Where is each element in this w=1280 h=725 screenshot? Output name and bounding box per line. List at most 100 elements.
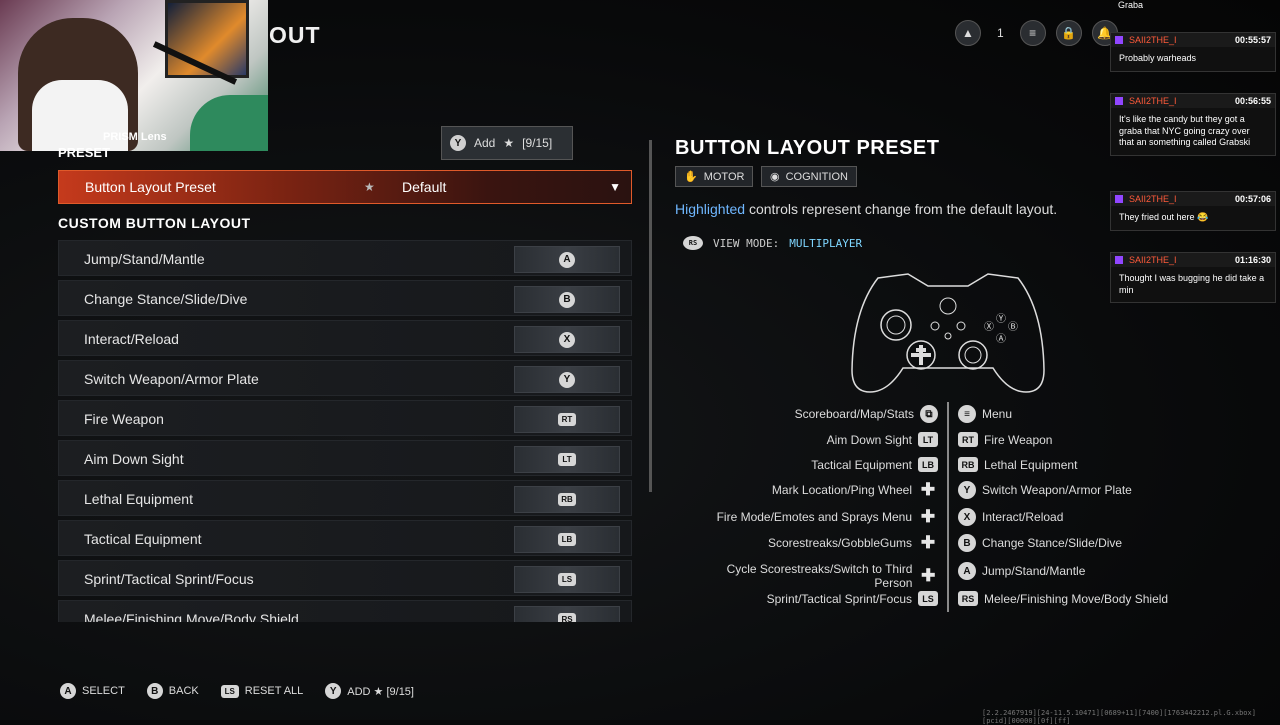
binding-row[interactable]: Melee/Finishing Move/Body Shield RS <box>58 600 632 622</box>
add-favorite-tooltip[interactable]: Y Add ★ [9/15] <box>441 126 573 160</box>
right-stick-icon: RS <box>683 236 703 250</box>
binding-row[interactable]: Sprint/Tactical Sprint/Focus LS <box>58 560 632 596</box>
lt-trigger-icon: LT <box>558 453 576 466</box>
binding-slot[interactable]: LB <box>514 526 620 553</box>
chat-text: Probably warheads <box>1111 47 1275 71</box>
top-status-bar: ▲ 1 ≡ 🔒 🔔 <box>955 20 1118 46</box>
webcam-watermark: PRISM Lens <box>103 131 167 143</box>
b-button-icon: B <box>146 683 163 699</box>
binding-slot[interactable]: X <box>514 326 620 353</box>
mapping-label: Menu <box>982 407 1013 421</box>
layout-description: Highlighted controls represent change fr… <box>675 201 1057 217</box>
mapping-label: Fire Weapon <box>984 432 1053 447</box>
chat-username: SAII2THE_I <box>1129 194 1177 204</box>
binding-label: Change Stance/Slide/Dive <box>84 291 248 307</box>
binding-row[interactable]: Tactical Equipment LB <box>58 520 632 556</box>
binding-slot[interactable]: LS <box>514 566 620 593</box>
reset-all-hint[interactable]: LS RESET ALL <box>220 684 303 698</box>
mapping-label: Interact/Reload <box>982 510 1064 524</box>
mapping-right: A Jump/Stand/Mantle <box>958 562 1085 580</box>
mapping-label: Aim Down Sight <box>826 432 912 447</box>
add-favorite-hint[interactable]: Y ADD ★ [9/15] <box>325 683 414 699</box>
binding-slot[interactable]: LT <box>514 446 620 473</box>
menu-button-icon: ≡ <box>958 405 976 423</box>
mapping-left: Fire Mode/Emotes and Sprays Menu ✚ <box>690 507 938 526</box>
description-text: controls represent change from the defau… <box>745 201 1058 217</box>
b-button-icon: B <box>559 291 575 308</box>
twitch-badge-icon <box>1115 256 1123 264</box>
chat-truncated-message: Graba <box>1118 0 1144 10</box>
chat-text: They fried out here 😂 <box>1111 206 1275 230</box>
binding-row[interactable]: Jump/Stand/Mantle A <box>58 240 632 276</box>
svg-text:Ⓨ: Ⓨ <box>996 313 1006 325</box>
binding-row[interactable]: Switch Weapon/Armor Plate Y <box>58 360 632 396</box>
mapping-label: Tactical Equipment <box>811 457 912 472</box>
custom-binding-list: Jump/Stand/Mantle A Change Stance/Slide/… <box>58 240 632 622</box>
dpad-icon: ✚ <box>920 507 936 526</box>
star-icon: ★ <box>364 180 375 194</box>
chat-username: SAII2THE_I <box>1129 96 1177 106</box>
mapping-label: Scoreboard/Map/Stats <box>794 407 914 421</box>
list-scrollbar[interactable] <box>649 140 652 492</box>
button-layout-preset-dropdown[interactable]: Button Layout Preset ★ Default ▼ <box>58 170 632 204</box>
tooltip-label: Add <box>474 136 496 150</box>
binding-slot[interactable]: RT <box>514 406 620 433</box>
rt-trigger-icon: RT <box>558 413 576 426</box>
binding-label: Lethal Equipment <box>84 491 193 507</box>
mapping-label: Scorestreaks/GobbleGums <box>767 536 912 550</box>
mapping-left: Tactical Equipment LB <box>690 457 938 472</box>
rb-bumper-icon: RB <box>958 457 978 472</box>
dpad-icon: ✚ <box>920 533 936 552</box>
mapping-right: RT Fire Weapon <box>958 432 1052 447</box>
binding-label: Aim Down Sight <box>84 451 184 467</box>
chat-time: 01:16:30 <box>1234 255 1271 265</box>
binding-row[interactable]: Interact/Reload X <box>58 320 632 356</box>
right-stick-icon: RS <box>958 591 978 606</box>
chat-message: SAII2THE_I 00:55:57 Probably warheads <box>1110 32 1276 72</box>
x-button-icon: X <box>559 331 575 348</box>
lock-icon[interactable]: 🔒 <box>1055 20 1082 46</box>
rt-trigger-icon: RT <box>958 432 978 447</box>
x-button-icon: X <box>958 508 976 526</box>
party-icon[interactable]: ▲ <box>955 20 981 46</box>
twitch-badge-icon <box>1115 97 1123 105</box>
a-button-icon: A <box>60 683 76 699</box>
binding-row[interactable]: Aim Down Sight LT <box>58 440 632 476</box>
binding-row[interactable]: Fire Weapon RT <box>58 400 632 436</box>
view-mode[interactable]: RS VIEW MODE: MULTIPLAYER <box>683 236 862 250</box>
tag-cognition: ◉ COGNITION <box>761 166 857 187</box>
party-count: 1 <box>997 26 1004 40</box>
binding-slot[interactable]: B <box>514 286 620 313</box>
page-title: OUT <box>269 22 321 48</box>
preset-section-title: PRESET <box>58 145 111 160</box>
binding-label: Jump/Stand/Mantle <box>84 251 205 267</box>
mapping-right: Y Switch Weapon/Armor Plate <box>958 481 1132 499</box>
binding-slot[interactable]: Y <box>514 366 620 393</box>
select-hint[interactable]: A SELECT <box>60 683 125 699</box>
back-hint[interactable]: B BACK <box>146 683 199 699</box>
mapping-right: X Interact/Reload <box>958 508 1063 526</box>
binding-row[interactable]: Change Stance/Slide/Dive B <box>58 280 632 316</box>
chat-username: SAII2THE_I <box>1129 35 1177 45</box>
tag-label: COGNITION <box>785 170 848 183</box>
mapping-right: RS Melee/Finishing Move/Body Shield <box>958 591 1168 606</box>
binding-label: Switch Weapon/Armor Plate <box>84 371 259 387</box>
custom-section-title: CUSTOM BUTTON LAYOUT <box>58 215 251 231</box>
mapping-label: Sprint/Tactical Sprint/Focus <box>766 591 912 606</box>
detail-title: BUTTON LAYOUT PRESET <box>675 137 940 159</box>
preset-label: Button Layout Preset <box>85 179 216 195</box>
tag-label: MOTOR <box>703 170 745 183</box>
mapping-label: Fire Mode/Emotes and Sprays Menu <box>716 510 912 524</box>
b-button-icon: B <box>958 534 976 552</box>
binding-label: Tactical Equipment <box>84 531 202 547</box>
binding-slot[interactable]: RS <box>514 606 620 622</box>
binding-slot[interactable]: RB <box>514 486 620 513</box>
binding-slot[interactable]: A <box>514 246 620 273</box>
hint-label: SELECT <box>82 685 125 697</box>
binding-label: Fire Weapon <box>84 411 164 427</box>
view-mode-value: MULTIPLAYER <box>789 236 863 250</box>
dpad-icon: ✚ <box>920 480 936 499</box>
binding-row[interactable]: Lethal Equipment RB <box>58 480 632 516</box>
twitch-badge-icon <box>1115 36 1123 44</box>
menu-icon[interactable]: ≡ <box>1019 20 1046 46</box>
